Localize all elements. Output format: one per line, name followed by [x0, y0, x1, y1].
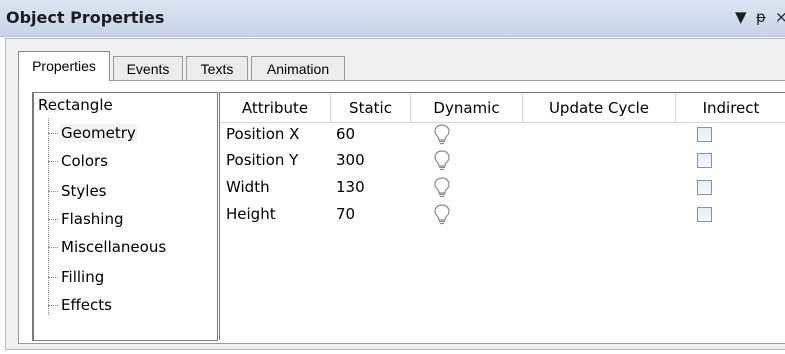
tree-branch-line — [48, 161, 58, 162]
tree-item-miscellaneous[interactable]: Miscellaneous — [48, 236, 167, 258]
tree-item-label: Flashing — [61, 210, 124, 228]
tree-item-filling[interactable]: Filling — [48, 266, 105, 288]
tree-item-geometry[interactable]: Geometry — [48, 122, 137, 144]
lightbulb-icon[interactable] — [432, 203, 452, 225]
attribute-grid[interactable]: Attribute Static Dynamic Update Cycle In… — [219, 92, 785, 340]
indirect-checkbox[interactable] — [697, 127, 712, 142]
tree-item-styles[interactable]: Styles — [48, 180, 108, 202]
column-header-static[interactable]: Static — [331, 93, 411, 123]
tab-texts[interactable]: Texts — [186, 56, 248, 81]
cell-attribute: Position Y — [226, 151, 299, 169]
cell-attribute: Height — [226, 205, 276, 223]
lightbulb-icon[interactable] — [432, 176, 452, 198]
tab-properties[interactable]: Properties — [18, 51, 110, 81]
column-header-update-cycle[interactable]: Update Cycle — [523, 93, 676, 123]
tree-branch-line — [48, 247, 58, 248]
column-header-indirect[interactable]: Indirect — [676, 93, 785, 123]
tree-item-label: Styles — [61, 182, 107, 200]
panel-titlebar: Object Properties ▼ ᵽ × — [0, 0, 785, 37]
tree-item-label: Colors — [61, 152, 108, 170]
tree-branch-line — [48, 305, 58, 306]
tree-item-flashing[interactable]: Flashing — [48, 208, 125, 230]
pin-icon[interactable]: ᵽ — [756, 7, 766, 27]
indirect-checkbox[interactable] — [697, 180, 712, 195]
column-header-dynamic[interactable]: Dynamic — [411, 93, 523, 123]
tree-item-label: Effects — [61, 296, 112, 314]
tree-item-effects[interactable]: Effects — [48, 294, 113, 316]
column-header-attribute[interactable]: Attribute — [220, 93, 331, 123]
tab-events[interactable]: Events — [113, 56, 183, 81]
cell-attribute: Width — [226, 178, 270, 196]
lightbulb-icon[interactable] — [432, 149, 452, 171]
tree-item-colors[interactable]: Colors — [48, 150, 109, 172]
cell-static[interactable]: 130 — [336, 176, 365, 198]
cell-static[interactable]: 300 — [336, 149, 365, 171]
panel-title: Object Properties — [6, 8, 165, 27]
tree-branch-line — [48, 191, 58, 192]
dropdown-menu-icon[interactable]: ▼ — [735, 7, 747, 27]
tab-animation[interactable]: Animation — [251, 56, 345, 81]
close-icon[interactable]: × — [775, 7, 785, 27]
tree-branch-line — [48, 219, 58, 220]
tree-item-label: Geometry — [60, 124, 137, 142]
cell-static[interactable]: 70 — [336, 203, 355, 225]
tree-branch-line — [48, 133, 58, 134]
lightbulb-icon[interactable] — [432, 123, 452, 145]
tree-item-label: Filling — [61, 268, 105, 286]
indirect-checkbox[interactable] — [697, 207, 712, 222]
indirect-checkbox[interactable] — [697, 153, 712, 168]
cell-attribute: Position X — [226, 125, 300, 143]
tree-item-label: Miscellaneous — [61, 238, 167, 256]
tree-root-rectangle[interactable]: Rectangle — [38, 96, 113, 114]
tree-branch-line — [48, 277, 58, 278]
cell-static[interactable]: 60 — [336, 123, 355, 145]
